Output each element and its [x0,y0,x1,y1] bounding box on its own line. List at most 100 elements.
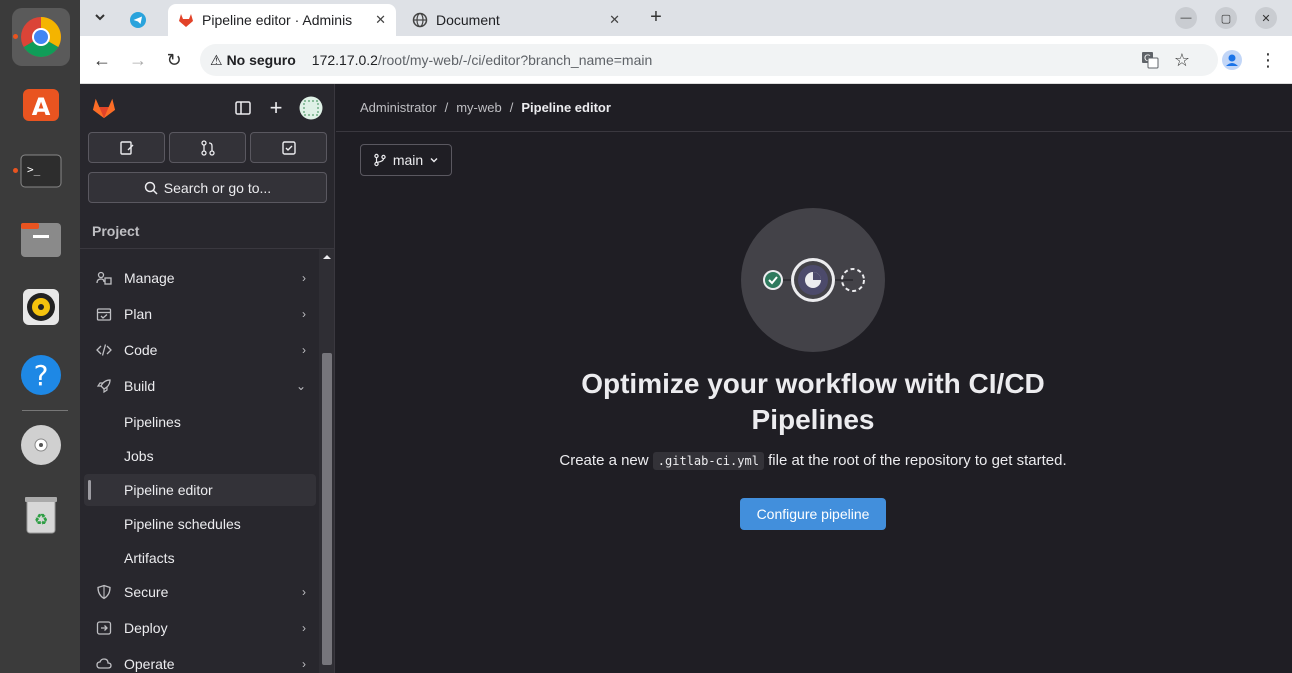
sidebar-subitem-artifacts[interactable]: Artifacts [84,542,316,574]
sidebar-subitem-jobs[interactable]: Jobs [84,440,316,472]
scroll-up-arrow-icon[interactable] [319,251,335,263]
tab-search-icon[interactable] [88,5,112,29]
pipeline-illustration [741,208,885,352]
help-dock-icon[interactable]: ? [12,346,70,404]
svg-text:♻: ♻ [34,510,48,529]
forward-button[interactable]: → [126,48,150,72]
translate-icon[interactable]: G [1138,48,1162,72]
sidebar-subitem-pipelines[interactable]: Pipelines [84,406,316,438]
trash-dock-icon[interactable]: ♻ [12,484,70,542]
profile-avatar-icon[interactable] [1220,48,1244,72]
tab-pipeline-editor[interactable]: Pipeline editor · Adminis ✕ [168,4,396,36]
sidebar-item-secure[interactable]: Secure › [84,576,316,608]
telegram-icon [130,12,146,28]
svg-text:A: A [32,93,51,121]
breadcrumb-separator: / [509,100,514,115]
sidebar-item-label: Operate [124,656,175,672]
url-host: 172.17.0.2 [311,52,378,68]
maximize-button[interactable]: ▢ [1215,7,1237,29]
telegram-tab[interactable] [120,4,162,36]
scrollbar-thumb[interactable] [322,353,332,665]
sidebar-toggle-icon[interactable] [231,96,255,120]
minimize-button[interactable]: — [1175,7,1197,29]
chevron-right-icon: › [302,343,306,357]
branch-selector[interactable]: main [360,144,452,176]
sidebar-subitem-pipeline-editor[interactable]: Pipeline editor [84,474,316,506]
reload-button[interactable]: ↻ [162,48,186,72]
desc-after: file at the root of the repository to ge… [768,452,1067,469]
ubuntu-dock: A >_ ? ♻ [0,0,80,673]
user-avatar[interactable] [299,96,323,120]
sidebar-item-manage[interactable]: Manage › [84,262,316,294]
tab-document[interactable]: Document ✕ [402,4,630,36]
filename-code: .gitlab-ci.yml [652,452,764,470]
close-window-button[interactable]: ✕ [1255,7,1277,29]
new-tab-button[interactable]: + [644,5,668,29]
sidebar-item-operate[interactable]: Operate › [84,648,316,673]
search-label: Search or go to... [163,179,272,196]
chevron-down-icon: ⌄ [295,379,306,393]
empty-state-title: Optimize your workflow with CI/CD Pipeli… [581,368,1045,435]
running-indicator [13,34,18,39]
todos-button[interactable] [250,132,327,163]
gitlab-sidebar: + Search or go to... Project Manage › Pl… [80,84,335,673]
breadcrumb-separator: / [444,100,449,115]
users-icon [94,270,114,286]
chrome-dock-icon[interactable] [12,8,70,66]
dock-separator [22,410,68,411]
svg-text:>_: >_ [27,163,41,176]
sidebar-item-plan[interactable]: Plan › [84,298,316,330]
main-content: Administrator / my-web / Pipeline editor… [336,84,1292,673]
gitlab-logo-icon[interactable] [92,96,116,120]
insecure-label: No seguro [226,52,296,68]
sidebar-subitem-pipeline-schedules[interactable]: Pipeline schedules [84,508,316,540]
rocket-icon [94,378,114,394]
terminal-dock-icon[interactable]: >_ [12,142,70,200]
section-label-project: Project [92,223,140,239]
address-bar[interactable]: ⚠ No seguro 172.17.0.2 /root/my-web/-/ci… [200,44,1218,76]
close-tab-icon[interactable]: ✕ [609,12,620,28]
tab-title: Pipeline editor · Adminis [202,12,353,28]
browser-toolbar: ← → ↻ ⚠ No seguro 172.17.0.2 /root/my-we… [80,36,1292,84]
files-dock-icon[interactable] [12,210,70,268]
breadcrumb-current[interactable]: Pipeline editor [521,100,611,115]
cloud-icon [94,656,114,672]
calendar-icon [94,306,114,322]
breadcrumb-item[interactable]: Administrator [360,100,437,115]
disc-dock-icon[interactable] [12,416,70,474]
browser-menu-icon[interactable]: ⋮ [1256,48,1280,72]
gitlab-tab-icon [179,14,193,27]
sidebar-item-label: Deploy [124,620,168,636]
sidebar-item-label: Secure [124,584,169,600]
sidebar-item-label: Code [124,342,158,358]
sidebar-scrollbar[interactable] [319,249,335,673]
search-button[interactable]: Search or go to... [88,172,327,203]
merge-requests-button[interactable] [169,132,246,163]
sidebar-item-code[interactable]: Code › [84,334,316,366]
chevron-right-icon: › [302,307,306,321]
chevron-down-icon [430,158,438,163]
sidebar-item-label: Build [124,378,156,394]
code-icon [94,342,114,358]
chevron-right-icon: › [302,585,306,599]
header-divider [336,131,1292,132]
app-center-dock-icon[interactable]: A [12,74,70,132]
issues-button[interactable] [88,132,165,163]
bookmark-star-icon[interactable]: ☆ [1170,48,1194,72]
browser-tab-bar: Pipeline editor · Adminis ✕ Document ✕ +… [80,0,1292,36]
sidebar-item-build[interactable]: Build ⌄ [84,370,316,402]
svg-text:?: ? [34,359,49,392]
breadcrumb-item[interactable]: my-web [456,100,502,115]
branch-name: main [392,152,424,168]
deploy-icon [94,620,114,636]
globe-icon [412,12,428,28]
desc-before: Create a new [559,452,649,469]
breadcrumb: Administrator / my-web / Pipeline editor [360,100,611,115]
close-tab-icon[interactable]: ✕ [375,12,386,28]
sidebar-item-deploy[interactable]: Deploy › [84,612,316,644]
rhythmbox-dock-icon[interactable] [12,278,70,336]
create-new-icon[interactable]: + [264,95,288,120]
back-button[interactable]: ← [90,48,114,72]
configure-pipeline-button[interactable]: Configure pipeline [740,498,886,530]
chevron-right-icon: › [302,657,306,671]
